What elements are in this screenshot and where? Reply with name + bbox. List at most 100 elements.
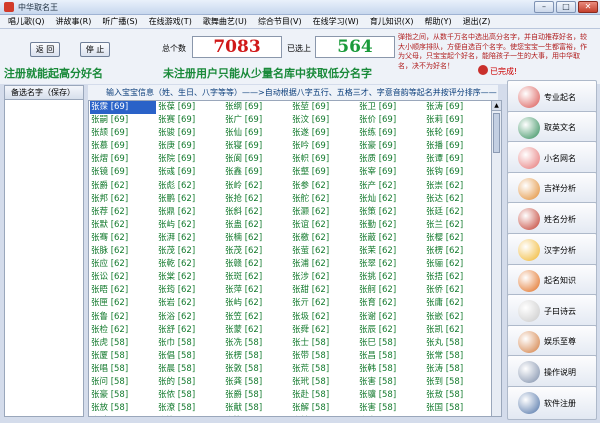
- name-cell[interactable]: 张岭 [62]: [224, 180, 290, 193]
- name-cell[interactable]: 张勤 [62]: [358, 219, 424, 232]
- name-cell[interactable]: 张赴 [58]: [291, 389, 357, 402]
- name-cell[interactable]: 张玳 [58]: [291, 376, 357, 389]
- name-cell[interactable]: 张舒 [62]: [157, 324, 223, 337]
- name-cell[interactable]: 张霂 [69]: [90, 101, 156, 115]
- name-cell[interactable]: 张崇 [62]: [425, 180, 491, 193]
- name-cell[interactable]: 张荒 [58]: [291, 363, 357, 376]
- name-cell[interactable]: 张翠 [62]: [358, 258, 424, 271]
- sidebar-item[interactable]: 软件注册: [507, 386, 597, 420]
- name-cell[interactable]: 张舶 [58]: [291, 415, 357, 416]
- scroll-up-icon[interactable]: ▲: [492, 101, 501, 111]
- name-cell[interactable]: 张仙 [69]: [224, 127, 290, 140]
- name-cell[interactable]: 张岩 [62]: [157, 297, 223, 310]
- name-cell[interactable]: 张舸 [62]: [358, 284, 424, 297]
- name-cell[interactable]: 张的 [58]: [157, 376, 223, 389]
- name-cell[interactable]: 张浴 [62]: [157, 311, 223, 324]
- menu-item[interactable]: 听广播(S): [102, 16, 137, 27]
- name-cell[interactable]: 张骥 [58]: [358, 389, 424, 402]
- name-cell[interactable]: 张湃 [62]: [157, 232, 223, 245]
- name-cell[interactable]: 张鲁 [62]: [90, 311, 156, 324]
- name-cell[interactable]: 张帜 [69]: [291, 153, 357, 166]
- name-cell[interactable]: 张捂 [62]: [425, 271, 491, 284]
- name-cell[interactable]: 张邦 [62]: [90, 193, 156, 206]
- name-cell[interactable]: 张灏 [62]: [291, 206, 357, 219]
- sidebar-item[interactable]: 子曰诗云: [507, 294, 597, 329]
- name-cell[interactable]: 张国 [58]: [425, 402, 491, 415]
- sidebar-item[interactable]: 姓名分析: [507, 202, 597, 237]
- name-cell[interactable]: 张潦 [58]: [157, 402, 223, 415]
- menu-item[interactable]: 在线学习(W): [313, 16, 359, 27]
- menu-item[interactable]: 育儿知识(X): [370, 16, 414, 27]
- name-cell[interactable]: 张解 [58]: [291, 402, 357, 415]
- name-cell[interactable]: 张兰 [62]: [425, 219, 491, 232]
- name-cell[interactable]: 张屿 [62]: [224, 297, 290, 310]
- name-cell[interactable]: 张葆 [69]: [157, 101, 223, 114]
- name-cell[interactable]: 张献 [58]: [224, 402, 290, 415]
- name-cell[interactable]: 张嗣 [69]: [90, 114, 156, 127]
- name-cell[interactable]: 张纲 [69]: [224, 101, 290, 114]
- name-cell[interactable]: 张蛊 [62]: [224, 219, 290, 232]
- name-grid[interactable]: 张霂 [69] 张嗣 [69] 张颉 [69] 张慕 [69] 张熠 [69] 张镜 [6…: [88, 100, 492, 417]
- menu-item[interactable]: 唱儿歌(Q): [8, 16, 45, 27]
- name-cell[interactable]: 张脉 [62]: [90, 245, 156, 258]
- name-cell[interactable]: 张廷 [62]: [425, 206, 491, 219]
- name-cell[interactable]: 张常 [58]: [425, 350, 491, 363]
- name-cell[interactable]: 张骏 [69]: [157, 127, 223, 140]
- name-cell[interactable]: 张匣 [62]: [90, 297, 156, 310]
- name-cell[interactable]: 张吟 [69]: [291, 140, 357, 153]
- name-cell[interactable]: 张谢 [62]: [358, 311, 424, 324]
- name-cell[interactable]: 张冼 [58]: [224, 337, 290, 350]
- name-cell[interactable]: 张筠 [62]: [157, 284, 223, 297]
- stop-button[interactable]: 停 止: [80, 42, 110, 57]
- menu-item[interactable]: 退出(Z): [463, 16, 491, 27]
- name-cell[interactable]: 张丸 [58]: [425, 337, 491, 350]
- name-cell[interactable]: 张参 [62]: [291, 180, 357, 193]
- name-cell[interactable]: 张巳 [58]: [358, 337, 424, 350]
- name-cell[interactable]: 张问 [58]: [90, 376, 156, 389]
- sidebar-item[interactable]: 小名网名: [507, 141, 597, 176]
- name-cell[interactable]: 张默 [62]: [90, 219, 156, 232]
- saved-names-panel[interactable]: 备选名字（保存）: [4, 85, 84, 417]
- name-cell[interactable]: 张钩 [69]: [425, 166, 491, 179]
- name-cell[interactable]: 张国 [58]: [425, 415, 491, 416]
- name-cell[interactable]: 张彪 [62]: [157, 180, 223, 193]
- name-cell[interactable]: 张涛 [69]: [425, 101, 491, 114]
- name-cell[interactable]: 张壑 [69]: [291, 166, 357, 179]
- name-cell[interactable]: 张倡 [58]: [157, 350, 223, 363]
- name-cell[interactable]: 张庸 [62]: [425, 297, 491, 310]
- name-cell[interactable]: 张晨 [58]: [157, 363, 223, 376]
- name-cell[interactable]: 张甜 [62]: [291, 284, 357, 297]
- name-cell[interactable]: 张谊 [62]: [291, 219, 357, 232]
- name-cell[interactable]: 张斜 [62]: [224, 206, 290, 219]
- name-cell[interactable]: 张荐 [62]: [90, 206, 156, 219]
- name-cell[interactable]: 张到 [58]: [425, 376, 491, 389]
- name-cell[interactable]: 张鼎 [62]: [157, 206, 223, 219]
- name-cell[interactable]: 张韩 [58]: [358, 363, 424, 376]
- menu-item[interactable]: 歌舞曲艺(U): [203, 16, 247, 27]
- name-cell[interactable]: 张楠 [62]: [224, 232, 290, 245]
- menu-item[interactable]: 帮助(Y): [425, 16, 452, 27]
- name-cell[interactable]: 张士 [58]: [291, 337, 357, 350]
- name-cell[interactable]: 张鹏 [62]: [157, 193, 223, 206]
- name-cell[interactable]: 张策 [62]: [358, 206, 424, 219]
- name-cell[interactable]: 张茉 [62]: [358, 245, 424, 258]
- name-cell[interactable]: 张寝 [69]: [224, 140, 290, 153]
- name-cell[interactable]: 张轮 [69]: [425, 127, 491, 140]
- name-cell[interactable]: 张灿 [62]: [358, 193, 424, 206]
- name-cell[interactable]: 张屿 [62]: [157, 219, 223, 232]
- name-cell[interactable]: 张抢 [62]: [224, 193, 290, 206]
- name-cell[interactable]: 张广 [69]: [224, 114, 290, 127]
- name-cell[interactable]: 张播 [69]: [425, 140, 491, 153]
- name-cell[interactable]: 张产 [62]: [358, 180, 424, 193]
- name-cell[interactable]: 张阆 [69]: [224, 153, 290, 166]
- name-cell[interactable]: 张熠 [69]: [90, 153, 156, 166]
- name-cell[interactable]: 张豪 [58]: [90, 389, 156, 402]
- name-cell[interactable]: 张害 [58]: [358, 402, 424, 415]
- name-cell[interactable]: 张应 [62]: [90, 258, 156, 271]
- name-cell[interactable]: 张厦 [58]: [90, 350, 156, 363]
- name-cell[interactable]: 张爵 [62]: [90, 180, 156, 193]
- name-cell[interactable]: 张慕 [69]: [90, 140, 156, 153]
- name-cell[interactable]: 张龚 [58]: [224, 376, 290, 389]
- name-cell[interactable]: 张赣 [62]: [224, 258, 290, 271]
- name-cell[interactable]: 张赛 [69]: [157, 114, 223, 127]
